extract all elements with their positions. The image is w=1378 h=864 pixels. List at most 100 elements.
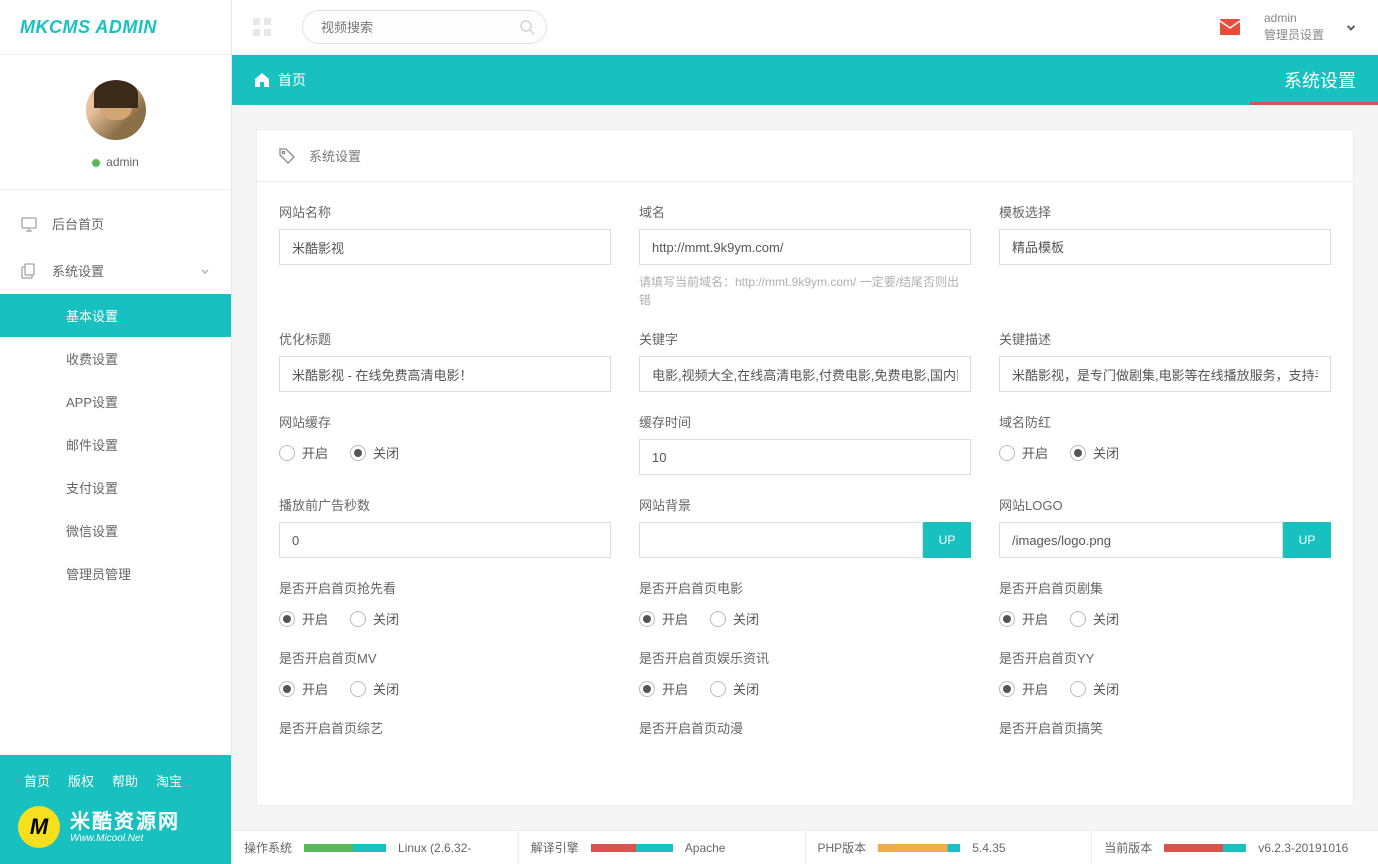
brand-badge-icon: M bbox=[18, 806, 60, 848]
upload-bg-button[interactable]: UP bbox=[923, 522, 971, 558]
nav-label: 后台首页 bbox=[52, 214, 104, 233]
topbar-right: admin 管理员设置 bbox=[1220, 10, 1358, 44]
grid-icon[interactable] bbox=[252, 17, 272, 37]
breadcrumb-home[interactable]: 首页 bbox=[278, 70, 306, 90]
link-taobao[interactable]: 淘宝 bbox=[156, 771, 182, 790]
label-home-anime: 是否开启首页动漫 bbox=[639, 718, 971, 737]
label-home-mv: 是否开启首页MV bbox=[279, 648, 611, 667]
subnav-charge[interactable]: 收费设置 bbox=[0, 337, 231, 380]
label-bg: 网站背景 bbox=[639, 495, 971, 514]
radio-cache-off[interactable]: 关闭 bbox=[350, 443, 399, 462]
user-menu[interactable]: admin 管理员设置 bbox=[1264, 10, 1358, 44]
status-dot-icon bbox=[92, 159, 100, 167]
bar-icon bbox=[304, 844, 386, 852]
input-site-name[interactable] bbox=[279, 229, 611, 265]
footer-engine-label: 解译引擎 bbox=[531, 839, 579, 856]
label-home-ent: 是否开启首页娱乐资讯 bbox=[639, 648, 971, 667]
input-ad-seconds[interactable] bbox=[279, 522, 611, 558]
chevron-down-icon bbox=[1344, 20, 1358, 34]
header-underline bbox=[1250, 102, 1378, 105]
copy-icon bbox=[20, 262, 38, 280]
footer-engine-value: Apache bbox=[685, 841, 726, 855]
subnav-admin[interactable]: 管理员管理 bbox=[0, 552, 231, 595]
footer-php-label: PHP版本 bbox=[818, 839, 867, 856]
nav-dashboard[interactable]: 后台首页 bbox=[0, 200, 231, 247]
label-home-yy: 是否开启首页YY bbox=[999, 648, 1331, 667]
label-home-movie: 是否开启首页电影 bbox=[639, 578, 971, 597]
bar-icon bbox=[878, 844, 960, 852]
footer-os-value: Linux (2.6.32- bbox=[398, 841, 471, 855]
footer: 操作系统 Linux (2.6.32- 解译引擎 Apache PHP版本 5.… bbox=[232, 830, 1378, 864]
label-home-funny: 是否开启首页搞笑 bbox=[999, 718, 1331, 737]
subnav-wechat[interactable]: 微信设置 bbox=[0, 509, 231, 552]
radio-ent-off[interactable]: 关闭 bbox=[710, 679, 759, 698]
radio-movie-off[interactable]: 关闭 bbox=[710, 609, 759, 628]
nav: 后台首页 系统设置 基本设置 收费设置 APP设置 邮件设置 支付设置 微信设置… bbox=[0, 190, 231, 595]
radio-preview-off[interactable]: 关闭 bbox=[350, 609, 399, 628]
radio-mv-off[interactable]: 关闭 bbox=[350, 679, 399, 698]
input-logo[interactable] bbox=[999, 522, 1283, 558]
label-anti-red: 域名防红 bbox=[999, 412, 1331, 431]
label-seo-title: 优化标题 bbox=[279, 329, 611, 348]
radio-drama-on[interactable]: 开启 bbox=[999, 609, 1048, 628]
logo: MKCMS ADMIN bbox=[0, 0, 231, 55]
search-icon[interactable] bbox=[519, 19, 535, 35]
label-ad-seconds: 播放前广告秒数 bbox=[279, 495, 611, 514]
sidebar-bottom: 首页 版权 帮助 淘宝 M 米酷资源网 Www.Micool.Net bbox=[0, 755, 231, 864]
label-home-variety: 是否开启首页综艺 bbox=[279, 718, 611, 737]
link-home[interactable]: 首页 bbox=[24, 771, 50, 790]
subnav-mail[interactable]: 邮件设置 bbox=[0, 423, 231, 466]
nav-label: 系统设置 bbox=[52, 261, 104, 280]
mail-icon[interactable] bbox=[1220, 19, 1240, 35]
link-help[interactable]: 帮助 bbox=[112, 771, 138, 790]
radio-yy-on[interactable]: 开启 bbox=[999, 679, 1048, 698]
subnav-pay[interactable]: 支付设置 bbox=[0, 466, 231, 509]
input-bg[interactable] bbox=[639, 522, 923, 558]
input-description[interactable] bbox=[999, 356, 1331, 392]
page-title: 系统设置 bbox=[1284, 67, 1356, 93]
sidebar: MKCMS ADMIN admin 后台首页 系统设置 bbox=[0, 0, 232, 864]
home-icon bbox=[254, 72, 270, 88]
avatar[interactable] bbox=[86, 80, 146, 140]
label-description: 关键描述 bbox=[999, 329, 1331, 348]
radio-cache-on[interactable]: 开启 bbox=[279, 443, 328, 462]
label-cache-time: 缓存时间 bbox=[639, 412, 971, 431]
content: 系统设置 网站名称 域名 请填写当前域名：http://mmt.9k9ym.co… bbox=[232, 105, 1378, 830]
page-header: 首页 系统设置 bbox=[232, 55, 1378, 105]
subnav-app[interactable]: APP设置 bbox=[0, 380, 231, 423]
radio-ent-on[interactable]: 开启 bbox=[639, 679, 688, 698]
input-seo-title[interactable] bbox=[279, 356, 611, 392]
tag-icon bbox=[279, 148, 295, 164]
radio-movie-on[interactable]: 开启 bbox=[639, 609, 688, 628]
search-input[interactable] bbox=[302, 10, 547, 44]
chevron-down-icon bbox=[199, 265, 211, 277]
bar-icon bbox=[591, 844, 673, 852]
link-copyright[interactable]: 版权 bbox=[68, 771, 94, 790]
profile-name: admin bbox=[0, 155, 231, 169]
label-home-drama: 是否开启首页剧集 bbox=[999, 578, 1331, 597]
select-template[interactable]: 精品模板 bbox=[999, 229, 1331, 265]
radio-antired-off[interactable]: 关闭 bbox=[1070, 443, 1119, 462]
bar-icon bbox=[1164, 844, 1246, 852]
radio-mv-on[interactable]: 开启 bbox=[279, 679, 328, 698]
input-keywords[interactable] bbox=[639, 356, 971, 392]
subnav: 基本设置 收费设置 APP设置 邮件设置 支付设置 微信设置 管理员管理 bbox=[0, 294, 231, 595]
footer-os-label: 操作系统 bbox=[244, 839, 292, 856]
upload-logo-button[interactable]: UP bbox=[1283, 522, 1331, 558]
main: admin 管理员设置 首页 系统设置 bbox=[232, 0, 1378, 864]
input-cache-time[interactable] bbox=[639, 439, 971, 475]
label-site-name: 网站名称 bbox=[279, 202, 611, 221]
nav-settings[interactable]: 系统设置 bbox=[0, 247, 231, 294]
form: 网站名称 域名 请填写当前域名：http://mmt.9k9ym.com/ 一定… bbox=[257, 182, 1353, 805]
input-domain[interactable] bbox=[639, 229, 971, 265]
profile: admin bbox=[0, 55, 231, 190]
card-title: 系统设置 bbox=[309, 146, 361, 165]
search-box bbox=[302, 10, 547, 44]
radio-antired-on[interactable]: 开启 bbox=[999, 443, 1048, 462]
radio-drama-off[interactable]: 关闭 bbox=[1070, 609, 1119, 628]
label-keywords: 关键字 bbox=[639, 329, 971, 348]
radio-preview-on[interactable]: 开启 bbox=[279, 609, 328, 628]
subnav-basic[interactable]: 基本设置 bbox=[0, 294, 231, 337]
footer-php-value: 5.4.35 bbox=[972, 841, 1005, 855]
radio-yy-off[interactable]: 关闭 bbox=[1070, 679, 1119, 698]
